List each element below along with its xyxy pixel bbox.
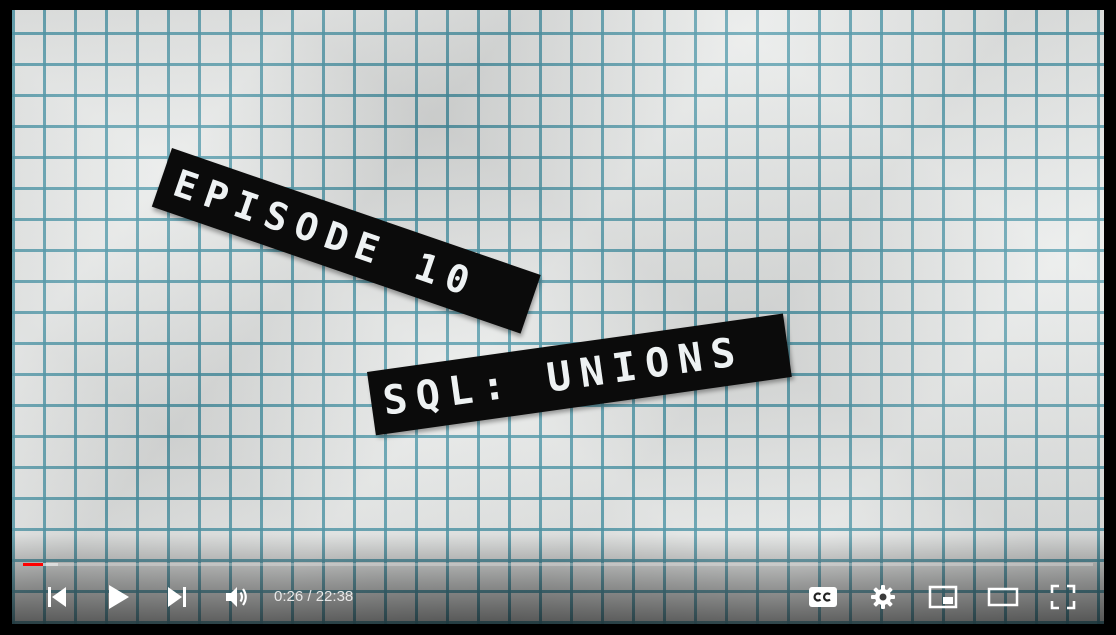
previous-button[interactable]: [34, 574, 80, 620]
play-button[interactable]: [95, 574, 141, 620]
time-separator: /: [303, 588, 316, 605]
paper-texture: [12, 10, 1104, 624]
progress-played: [23, 563, 44, 566]
fullscreen-icon: [1050, 584, 1076, 610]
subtitles-icon: [809, 587, 837, 607]
gear-icon: [871, 585, 895, 609]
previous-icon: [48, 587, 66, 607]
play-icon: [109, 585, 129, 609]
duration: 22:38: [315, 588, 354, 605]
volume-icon: [226, 587, 247, 607]
control-bar: 0:26 / 22:38: [12, 574, 1104, 620]
topic-label: SQL: UNIONS: [367, 313, 792, 436]
video-player[interactable]: EPISODE 10 SQL: UNIONS 0:26 / 22:38: [0, 0, 1116, 635]
miniplayer-button[interactable]: [920, 574, 966, 620]
time-display: 0:26 / 22:38: [274, 574, 353, 620]
next-button[interactable]: [154, 574, 200, 620]
subtitles-button[interactable]: [800, 574, 846, 620]
theater-mode-button[interactable]: [980, 574, 1026, 620]
miniplayer-icon: [928, 585, 958, 609]
settings-button[interactable]: [860, 574, 906, 620]
current-time: 0:26: [274, 588, 304, 605]
theater-mode-icon: [987, 587, 1019, 607]
progress-bar[interactable]: [23, 563, 1093, 566]
video-frame[interactable]: EPISODE 10 SQL: UNIONS: [12, 10, 1104, 624]
episode-label: EPISODE 10: [151, 148, 541, 334]
volume-button[interactable]: [214, 574, 260, 620]
fullscreen-button[interactable]: [1040, 574, 1086, 620]
next-icon: [168, 587, 186, 607]
